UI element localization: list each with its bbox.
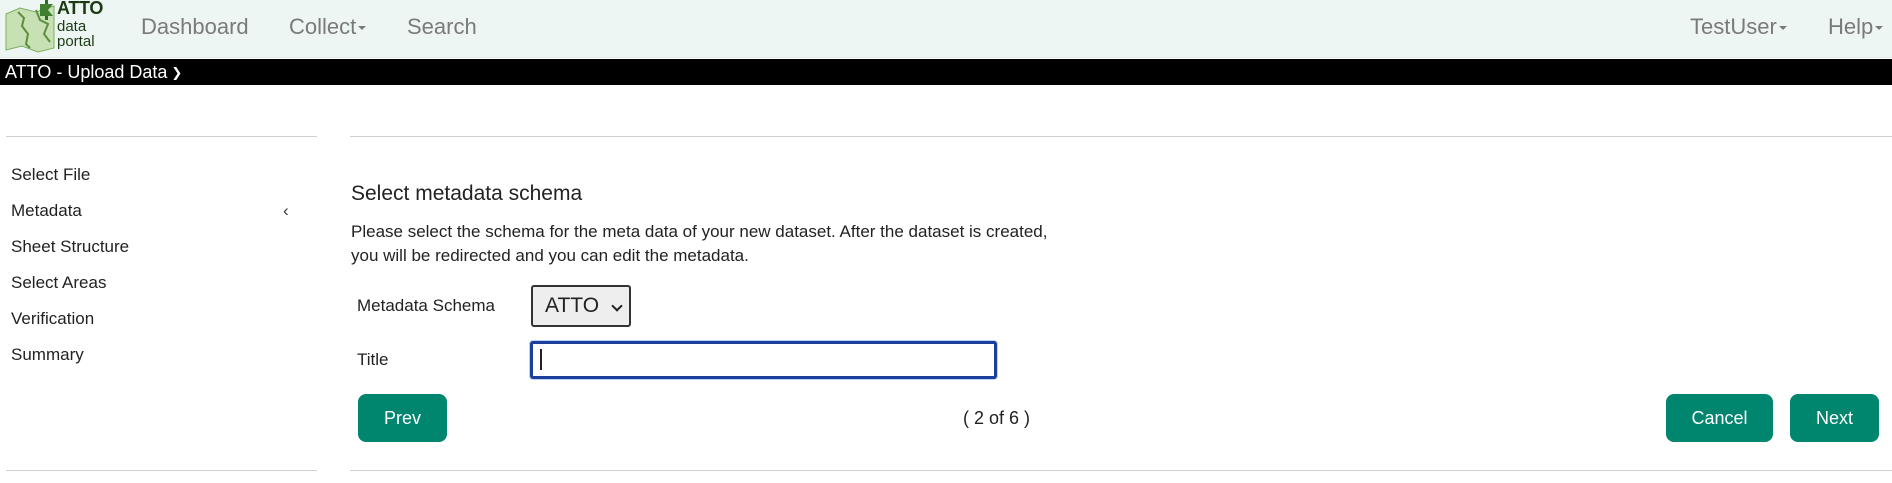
nav-collect-dropdown[interactable]: Collect	[289, 14, 367, 40]
logo-title: ATTO	[57, 0, 104, 18]
next-button[interactable]: Next	[1790, 394, 1879, 442]
step-metadata[interactable]: Metadata	[11, 201, 82, 221]
nav-collect-label: Collect	[289, 14, 357, 39]
divider	[6, 470, 317, 471]
divider	[350, 470, 1892, 471]
active-step-chevron-icon: ‹	[283, 201, 289, 220]
top-navbar: ATTO data portal Dashboard Collect Searc…	[0, 0, 1892, 58]
user-menu-label: TestUser	[1690, 14, 1777, 39]
wizard-progress: ( 2 of 6 )	[963, 408, 1031, 428]
caret-down-icon	[1778, 26, 1787, 31]
caret-down-icon	[358, 26, 367, 31]
step-verification[interactable]: Verification	[11, 309, 94, 329]
divider	[6, 136, 317, 137]
nav-search[interactable]: Search	[407, 14, 477, 40]
atto-logo[interactable]: ATTO data portal	[4, 0, 108, 54]
nav-dashboard[interactable]: Dashboard	[141, 14, 249, 40]
text-cursor	[540, 349, 542, 370]
title-input[interactable]	[530, 341, 997, 379]
page-title-bar[interactable]: ATTO - Upload Data ❯	[0, 59, 1892, 85]
title-label: Title	[357, 350, 389, 369]
section-title: Select metadata schema	[351, 182, 583, 205]
logo-subtitle-line1: data	[57, 18, 87, 35]
step-select-areas[interactable]: Select Areas	[11, 273, 106, 293]
metadata-schema-value: ATTO	[545, 294, 600, 317]
map-logo-icon	[5, 0, 55, 53]
step-select-file[interactable]: Select File	[11, 165, 90, 185]
user-menu-dropdown[interactable]: TestUser	[1690, 14, 1787, 40]
prev-button[interactable]: Prev	[358, 394, 447, 442]
metadata-schema-label: Metadata Schema	[357, 296, 495, 315]
metadata-schema-select[interactable]: ATTO	[531, 285, 631, 327]
cancel-button[interactable]: Cancel	[1666, 394, 1773, 442]
help-menu-label: Help	[1828, 14, 1874, 39]
caret-down-icon	[1875, 26, 1884, 31]
page-title: ATTO - Upload Data	[5, 62, 168, 82]
step-sheet-structure[interactable]: Sheet Structure	[11, 237, 129, 257]
divider	[350, 136, 1892, 137]
chevron-down-icon	[611, 300, 623, 312]
logo-subtitle-line2: portal	[57, 33, 95, 50]
double-chevron-down-icon: ❯	[171, 65, 183, 80]
step-summary[interactable]: Summary	[11, 345, 84, 365]
help-menu-dropdown[interactable]: Help	[1828, 14, 1884, 40]
section-description: Please select the schema for the meta da…	[351, 222, 1048, 265]
